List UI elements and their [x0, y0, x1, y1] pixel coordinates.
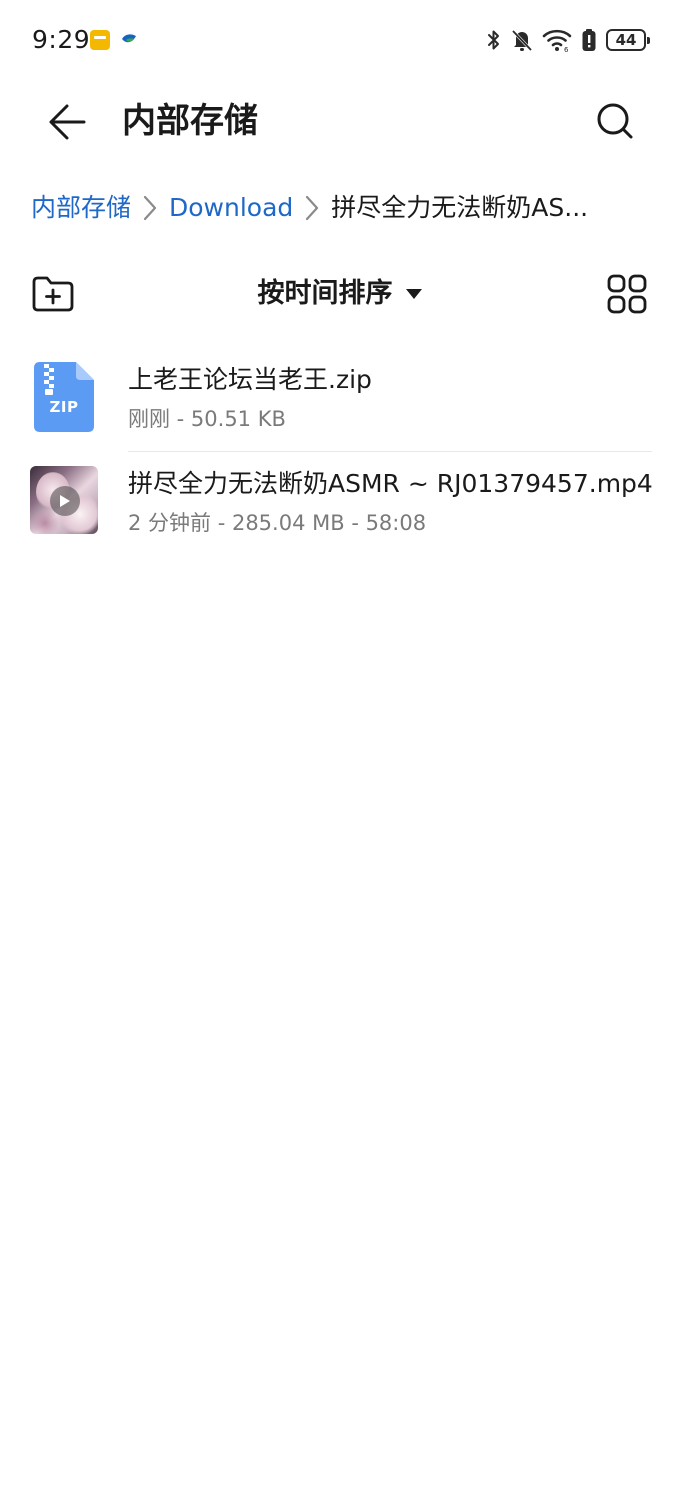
title-bar: 内部存储: [0, 80, 680, 164]
zip-icon: [34, 362, 94, 432]
battery-icon: 44: [606, 29, 650, 51]
file-list: ZIP 上老王论坛当老王.zip 刚刚 - 50.51 KB 拼尽全力无法断奶A…: [0, 348, 680, 556]
list-item-zip-file[interactable]: ZIP 上老王论坛当老王.zip 刚刚 - 50.51 KB: [0, 348, 680, 452]
arrow-left-icon: [49, 104, 86, 140]
file-name: 拼尽全力无法断奶ASMR ~ RJ01379457.mp4: [128, 469, 653, 498]
file-name: 上老王论坛当老王.zip: [128, 365, 372, 394]
play-icon: [50, 486, 80, 516]
back-button[interactable]: [36, 94, 96, 150]
bluetooth-icon: [488, 30, 499, 50]
list-item-video-file[interactable]: 拼尽全力无法断奶ASMR ~ RJ01379457.mp4 2 分钟前 - 28…: [0, 452, 680, 556]
video-thumbnail: [30, 466, 98, 536]
search-button[interactable]: [586, 94, 646, 150]
breadcrumb-item-current-folder: 拼尽全力无法断奶AS...: [331, 193, 589, 222]
search-icon: [597, 103, 633, 139]
toolbar: 按时间排序: [0, 262, 680, 326]
grid-view-button[interactable]: [600, 268, 654, 320]
caret-down-icon: [405, 289, 422, 299]
battery-alert-icon: [582, 29, 596, 51]
grid-view-icon: [607, 274, 647, 314]
page-title: 内部存储: [122, 101, 258, 141]
file-meta: 刚刚 - 50.51 KB: [128, 407, 286, 431]
chevron-right-icon: [293, 188, 331, 228]
status-time: 9:29: [32, 25, 91, 54]
new-folder-icon: [32, 276, 74, 312]
wifi-icon: 6: [542, 29, 572, 52]
status-icons: 6 44: [486, 24, 650, 56]
zip-icon-label: ZIP: [49, 398, 79, 416]
breadcrumb: 内部存储 Download 拼尽全力无法断奶AS...: [31, 186, 661, 230]
mute-bell-icon: [511, 29, 533, 52]
breadcrumb-item-download[interactable]: Download: [169, 188, 293, 228]
notification-app-icon: [90, 30, 110, 50]
new-folder-button[interactable]: [26, 268, 80, 320]
sort-dropdown[interactable]: 按时间排序: [240, 270, 440, 318]
svg-text:6: 6: [564, 46, 569, 52]
file-meta: 2 分钟前 - 285.04 MB - 58:08: [128, 511, 427, 535]
sort-label: 按时间排序: [257, 278, 393, 309]
chevron-right-icon: [131, 188, 169, 228]
breadcrumb-item-internal-storage[interactable]: 内部存储: [31, 188, 131, 228]
file-manager-screen: 9:29 6 44 内部存储 内部存储 Download 拼尽全力无法断奶AS.…: [0, 0, 680, 1500]
status-bar: 9:29 6 44: [0, 0, 680, 80]
video-thumbnail-image: [30, 466, 98, 534]
notification-app-icon-2: [122, 34, 136, 43]
zip-file-icon: ZIP: [30, 362, 98, 432]
